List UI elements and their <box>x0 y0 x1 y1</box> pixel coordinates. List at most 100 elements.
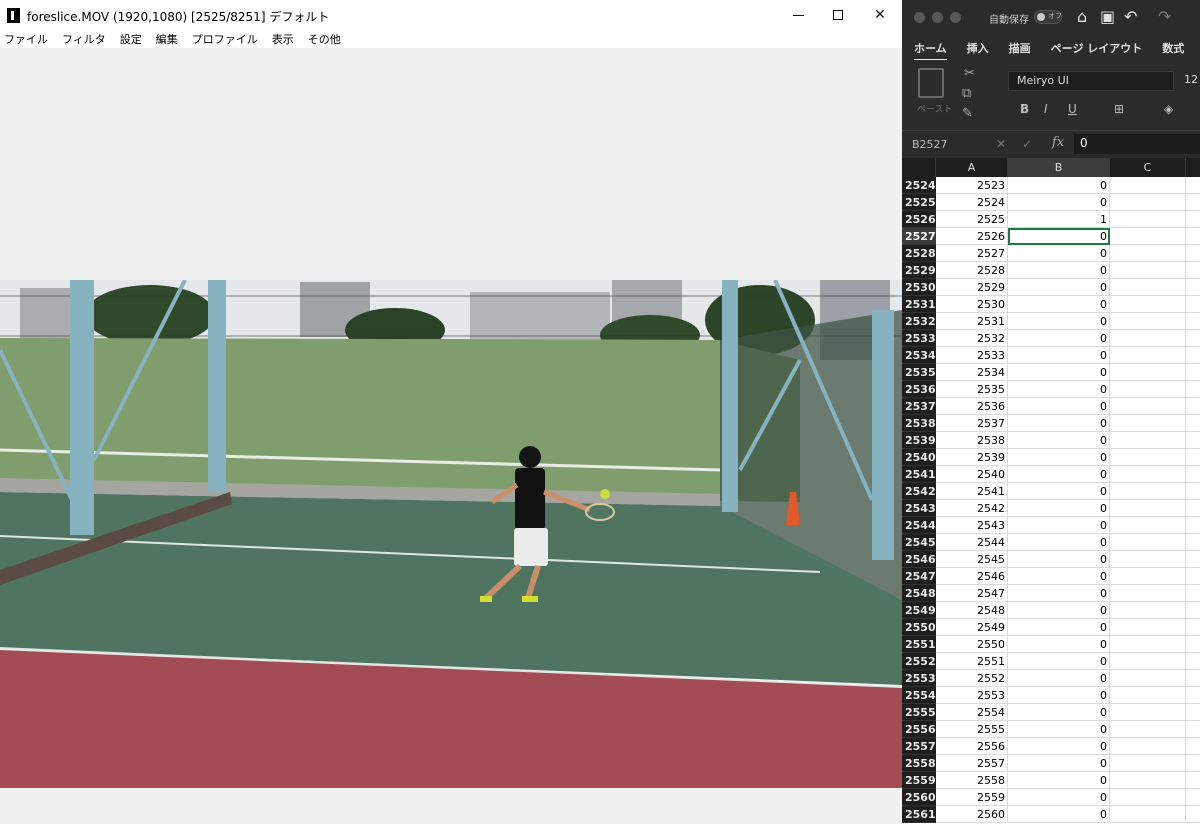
bold-button[interactable]: B <box>1020 102 1029 116</box>
cell-a[interactable]: 2550 <box>936 636 1008 653</box>
cell-c[interactable] <box>1110 211 1186 228</box>
cell-c[interactable] <box>1110 415 1186 432</box>
cell-b[interactable]: 0 <box>1008 568 1110 585</box>
cell-b[interactable]: 0 <box>1008 670 1110 687</box>
cell-a[interactable]: 2549 <box>936 619 1008 636</box>
cell-a[interactable]: 2523 <box>936 177 1008 194</box>
cell-b[interactable]: 0 <box>1008 432 1110 449</box>
cell-c[interactable] <box>1110 585 1186 602</box>
menu-filter[interactable]: フィルタ <box>62 31 106 47</box>
cell-c[interactable] <box>1110 500 1186 517</box>
cell-c[interactable] <box>1110 602 1186 619</box>
menu-file[interactable]: ファイル <box>4 31 48 47</box>
cut-icon[interactable]: ✂ <box>964 66 975 81</box>
row-header[interactable]: 2529 <box>902 262 936 279</box>
row-header[interactable]: 2546 <box>902 551 936 568</box>
cell-a[interactable]: 2539 <box>936 449 1008 466</box>
cell-c[interactable] <box>1110 772 1186 789</box>
row-header[interactable]: 2537 <box>902 398 936 415</box>
spreadsheet-grid[interactable]: A B C 2524 2523 0 2525 2524 0 2526 2525 1 2527 252… <box>902 158 1200 824</box>
cell-a[interactable]: 2547 <box>936 585 1008 602</box>
copy-icon[interactable]: ⧉ <box>962 86 971 101</box>
fill-color-icon[interactable]: ◈ <box>1164 102 1173 116</box>
cell-b[interactable]: 0 <box>1008 738 1110 755</box>
row-header[interactable]: 2545 <box>902 534 936 551</box>
cell-a[interactable]: 2540 <box>936 466 1008 483</box>
cell-c[interactable] <box>1110 466 1186 483</box>
cell-a[interactable]: 2555 <box>936 721 1008 738</box>
row-header[interactable]: 2559 <box>902 772 936 789</box>
cell-a[interactable]: 2548 <box>936 602 1008 619</box>
cell-b[interactable]: 0 <box>1008 347 1110 364</box>
cell-a[interactable]: 2556 <box>936 738 1008 755</box>
row-header[interactable]: 2534 <box>902 347 936 364</box>
row-header[interactable]: 2532 <box>902 313 936 330</box>
cell-b[interactable]: 0 <box>1008 296 1110 313</box>
cell-a[interactable]: 2541 <box>936 483 1008 500</box>
cell-a[interactable]: 2537 <box>936 415 1008 432</box>
cell-b[interactable]: 0 <box>1008 177 1110 194</box>
cell-c[interactable] <box>1110 296 1186 313</box>
row-header[interactable]: 2540 <box>902 449 936 466</box>
maximize-button[interactable] <box>816 0 860 30</box>
tab-insert[interactable]: 挿入 <box>967 40 989 56</box>
cell-b[interactable]: 0 <box>1008 585 1110 602</box>
cell-b[interactable]: 0 <box>1008 330 1110 347</box>
cell-c[interactable] <box>1110 194 1186 211</box>
cell-c[interactable] <box>1110 704 1186 721</box>
row-header[interactable]: 2526 <box>902 211 936 228</box>
cell-c[interactable] <box>1110 721 1186 738</box>
row-header[interactable]: 2549 <box>902 602 936 619</box>
row-header[interactable]: 2554 <box>902 687 936 704</box>
menu-edit[interactable]: 編集 <box>156 31 178 47</box>
row-header[interactable]: 2525 <box>902 194 936 211</box>
font-name-select[interactable]: Meiryo UI <box>1008 71 1174 91</box>
cell-c[interactable] <box>1110 483 1186 500</box>
cell-c[interactable] <box>1110 245 1186 262</box>
cell-a[interactable]: 2535 <box>936 381 1008 398</box>
cell-a[interactable]: 2542 <box>936 500 1008 517</box>
cell-b[interactable]: 0 <box>1008 653 1110 670</box>
row-header[interactable]: 2530 <box>902 279 936 296</box>
cell-a[interactable]: 2546 <box>936 568 1008 585</box>
cell-c[interactable] <box>1110 653 1186 670</box>
cell-a[interactable]: 2553 <box>936 687 1008 704</box>
cell-b[interactable]: 0 <box>1008 262 1110 279</box>
cell-c[interactable] <box>1110 636 1186 653</box>
row-header[interactable]: 2561 <box>902 806 936 823</box>
cell-a[interactable]: 2552 <box>936 670 1008 687</box>
row-header[interactable]: 2539 <box>902 432 936 449</box>
cell-c[interactable] <box>1110 551 1186 568</box>
cancel-icon[interactable]: ✕ <box>996 137 1006 151</box>
cell-a[interactable]: 2544 <box>936 534 1008 551</box>
cell-b[interactable]: 0 <box>1008 789 1110 806</box>
cell-c[interactable] <box>1110 670 1186 687</box>
cell-a[interactable]: 2528 <box>936 262 1008 279</box>
cell-c[interactable] <box>1110 381 1186 398</box>
cell-a[interactable]: 2543 <box>936 517 1008 534</box>
column-header-b[interactable]: B <box>1008 158 1110 177</box>
row-header[interactable]: 2556 <box>902 721 936 738</box>
cell-c[interactable] <box>1110 398 1186 415</box>
tab-formulas[interactable]: 数式 <box>1162 40 1184 56</box>
cell-a[interactable]: 2536 <box>936 398 1008 415</box>
cell-b[interactable]: 0 <box>1008 483 1110 500</box>
row-header[interactable]: 2558 <box>902 755 936 772</box>
cell-a[interactable]: 2530 <box>936 296 1008 313</box>
name-box[interactable]: B2527 <box>912 138 948 151</box>
row-header[interactable]: 2543 <box>902 500 936 517</box>
home-icon[interactable]: ⌂ <box>1077 7 1087 26</box>
cell-a[interactable]: 2532 <box>936 330 1008 347</box>
row-header[interactable]: 2553 <box>902 670 936 687</box>
tab-draw[interactable]: 描画 <box>1009 40 1031 56</box>
cell-c[interactable] <box>1110 738 1186 755</box>
cell-b[interactable]: 0 <box>1008 755 1110 772</box>
italic-button[interactable]: I <box>1044 102 1048 116</box>
row-header[interactable]: 2533 <box>902 330 936 347</box>
cell-b[interactable]: 0 <box>1008 279 1110 296</box>
row-header[interactable]: 2535 <box>902 364 936 381</box>
select-all-corner[interactable] <box>902 158 936 177</box>
cell-b[interactable]: 0 <box>1008 364 1110 381</box>
cell-c[interactable] <box>1110 517 1186 534</box>
row-header[interactable]: 2550 <box>902 619 936 636</box>
